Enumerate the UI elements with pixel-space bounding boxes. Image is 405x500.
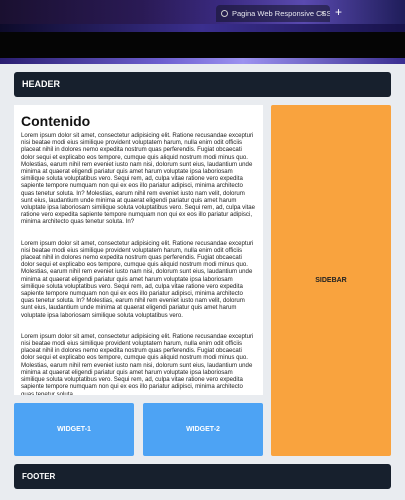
content-title: Contenido xyxy=(21,113,91,129)
browser-tab-bar: Pagina Web Responsive CSS × + xyxy=(0,0,405,24)
page-footer: FOOTER xyxy=(14,464,391,489)
sidebar: SIDEBAR xyxy=(271,105,391,456)
browser-tab[interactable]: Pagina Web Responsive CSS × xyxy=(216,5,330,22)
toolbar-decoration xyxy=(0,24,405,32)
close-tab-icon[interactable]: × xyxy=(320,5,325,22)
widget-2: WIDGET-2 xyxy=(143,403,263,456)
sidebar-label: SIDEBAR xyxy=(315,277,347,284)
widget-2-label: WIDGET-2 xyxy=(186,426,220,433)
toolbar-strip xyxy=(0,58,405,64)
page-header: HEADER xyxy=(14,72,391,97)
content-section: Contenido Lorem ipsum dolor sit amet, co… xyxy=(14,105,263,395)
widget-1-label: WIDGET-1 xyxy=(57,426,91,433)
content-paragraph: Lorem ipsum dolor sit amet, consectetur … xyxy=(21,332,254,395)
globe-icon xyxy=(221,10,228,17)
tab-title: Pagina Web Responsive CSS xyxy=(232,9,330,18)
content-paragraph: Lorem ipsum dolor sit amet, consectetur … xyxy=(21,132,256,226)
new-tab-button[interactable]: + xyxy=(335,4,342,21)
content-paragraph: Lorem ipsum dolor sit amet, consectetur … xyxy=(21,239,254,319)
widget-1: WIDGET-1 xyxy=(14,403,134,456)
